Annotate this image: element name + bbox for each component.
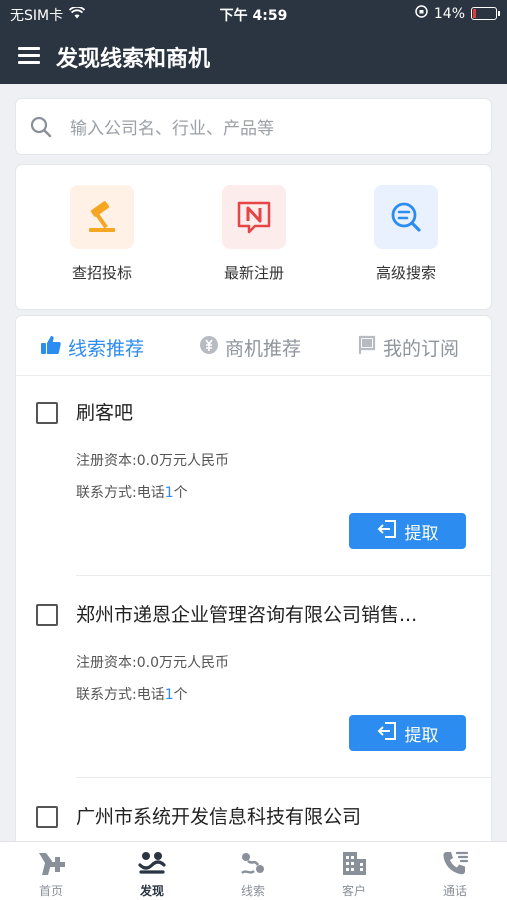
recommend-tabs: 线索推荐 商机推荐 我的订阅 [16,316,491,376]
nav-calls[interactable]: 通话 [420,848,490,899]
extract-label: 提取 [404,725,439,746]
quick-action-bidding[interactable]: 查招投标 [52,185,152,283]
quick-action-new-registration[interactable]: 最新注册 [204,185,304,283]
money-icon [199,335,219,360]
tab-opportunity-recommend[interactable]: 商机推荐 [199,334,301,361]
tab-lead-recommend[interactable]: 线索推荐 [40,334,144,361]
menu-icon[interactable] [18,43,40,69]
extract-button[interactable]: 提取 [349,513,466,549]
nav-label: 客户 [341,884,366,898]
tab-my-subscription[interactable]: 我的订阅 [357,334,459,361]
capital-label: 注册资本: [76,655,137,671]
lead-company-name: 刷客吧 [76,402,134,424]
home-icon [16,848,86,878]
search-input[interactable]: 输入公司名、行业、产品等 [16,99,491,154]
quick-action-label: 高级搜索 [375,264,436,282]
battery-percent: 14% [433,5,465,22]
nav-label: 线索 [240,884,265,898]
bottom-tab-bar: 首页 发现 线索 客户 通话 [0,841,507,900]
nav-home[interactable]: 首页 [16,848,86,899]
nav-customers[interactable]: 客户 [319,848,389,899]
contact-type: 电话 [136,485,165,501]
divider [76,575,491,576]
divider [76,777,491,778]
advanced-search-icon [374,185,438,249]
contact-label: 联系方式: [76,687,137,703]
contact-unit: 个 [173,485,188,501]
lead-company-name: 郑州市递恩企业管理咨询有限公司销售... [76,604,418,626]
nav-label: 通话 [442,884,467,898]
quick-action-advanced-search[interactable]: 高级搜索 [356,185,456,283]
search-placeholder: 输入公司名、行业、产品等 [70,119,274,139]
extract-icon [377,721,397,746]
contact-unit: 个 [173,687,188,703]
lead-contact-row: 联系方式:电话1个 [76,482,188,502]
lead-contact-row: 联系方式:电话1个 [76,684,188,704]
thumbs-up-icon [40,334,62,361]
lead-capital-row: 注册资本:0.0万元人民币 [76,450,229,470]
gavel-icon [70,185,134,249]
quick-actions-panel: 查招投标 最新注册 高级搜索 [16,165,491,309]
capital-label: 注册资本: [76,453,137,469]
contact-label: 联系方式: [76,485,137,501]
lead-checkbox[interactable] [36,806,58,828]
lead-checkbox[interactable] [36,402,58,424]
nav-label: 发现 [139,884,164,898]
lead-checkbox[interactable] [36,604,58,626]
leads-feed: 线索推荐 商机推荐 我的订阅 刷客吧 注册资本:0.0万元人民币 联系方式:电话… [16,316,491,846]
lead-company-name: 广州市系统开发信息科技有限公司 [76,806,362,828]
search-icon [30,116,52,142]
contact-count[interactable]: 1 [165,687,174,703]
lead-card: 刷客吧 注册资本:0.0万元人民币 联系方式:电话1个 提取 [16,376,491,576]
contact-count[interactable]: 1 [165,485,174,501]
orientation-lock-icon [415,5,428,22]
building-icon [319,848,389,878]
extract-button[interactable]: 提取 [349,715,466,751]
nav-discover[interactable]: 发现 [117,848,187,899]
contact-type: 电话 [136,687,165,703]
quick-action-label: 最新注册 [223,264,284,282]
lead-capital-row: 注册资本:0.0万元人民币 [76,652,229,672]
capital-value: 0.0万元人民币 [136,453,229,469]
discover-icon [117,848,187,878]
capital-value: 0.0万元人民币 [136,655,229,671]
tab-label: 商机推荐 [225,338,302,360]
nav-bar: 发现线索和商机 [0,28,507,84]
extract-icon [377,519,397,544]
tab-label: 线索推荐 [68,338,145,360]
leads-icon [218,848,288,878]
bookmark-flag-icon [357,335,377,360]
new-badge-icon [222,185,286,249]
quick-action-label: 查招投标 [71,264,132,282]
lead-card: 郑州市递恩企业管理咨询有限公司销售... 注册资本:0.0万元人民币 联系方式:… [16,578,491,778]
status-bar: 无SIM卡 下午 4:59 14% [0,0,507,28]
nav-leads[interactable]: 线索 [218,848,288,899]
battery-icon [471,7,500,20]
nav-label: 首页 [38,884,63,898]
phone-call-icon [420,848,490,878]
tab-label: 我的订阅 [383,338,460,360]
lead-card: 广州市系统开发信息科技有限公司 [16,780,491,846]
extract-label: 提取 [404,523,439,544]
page-title: 发现线索和商机 [56,47,211,72]
